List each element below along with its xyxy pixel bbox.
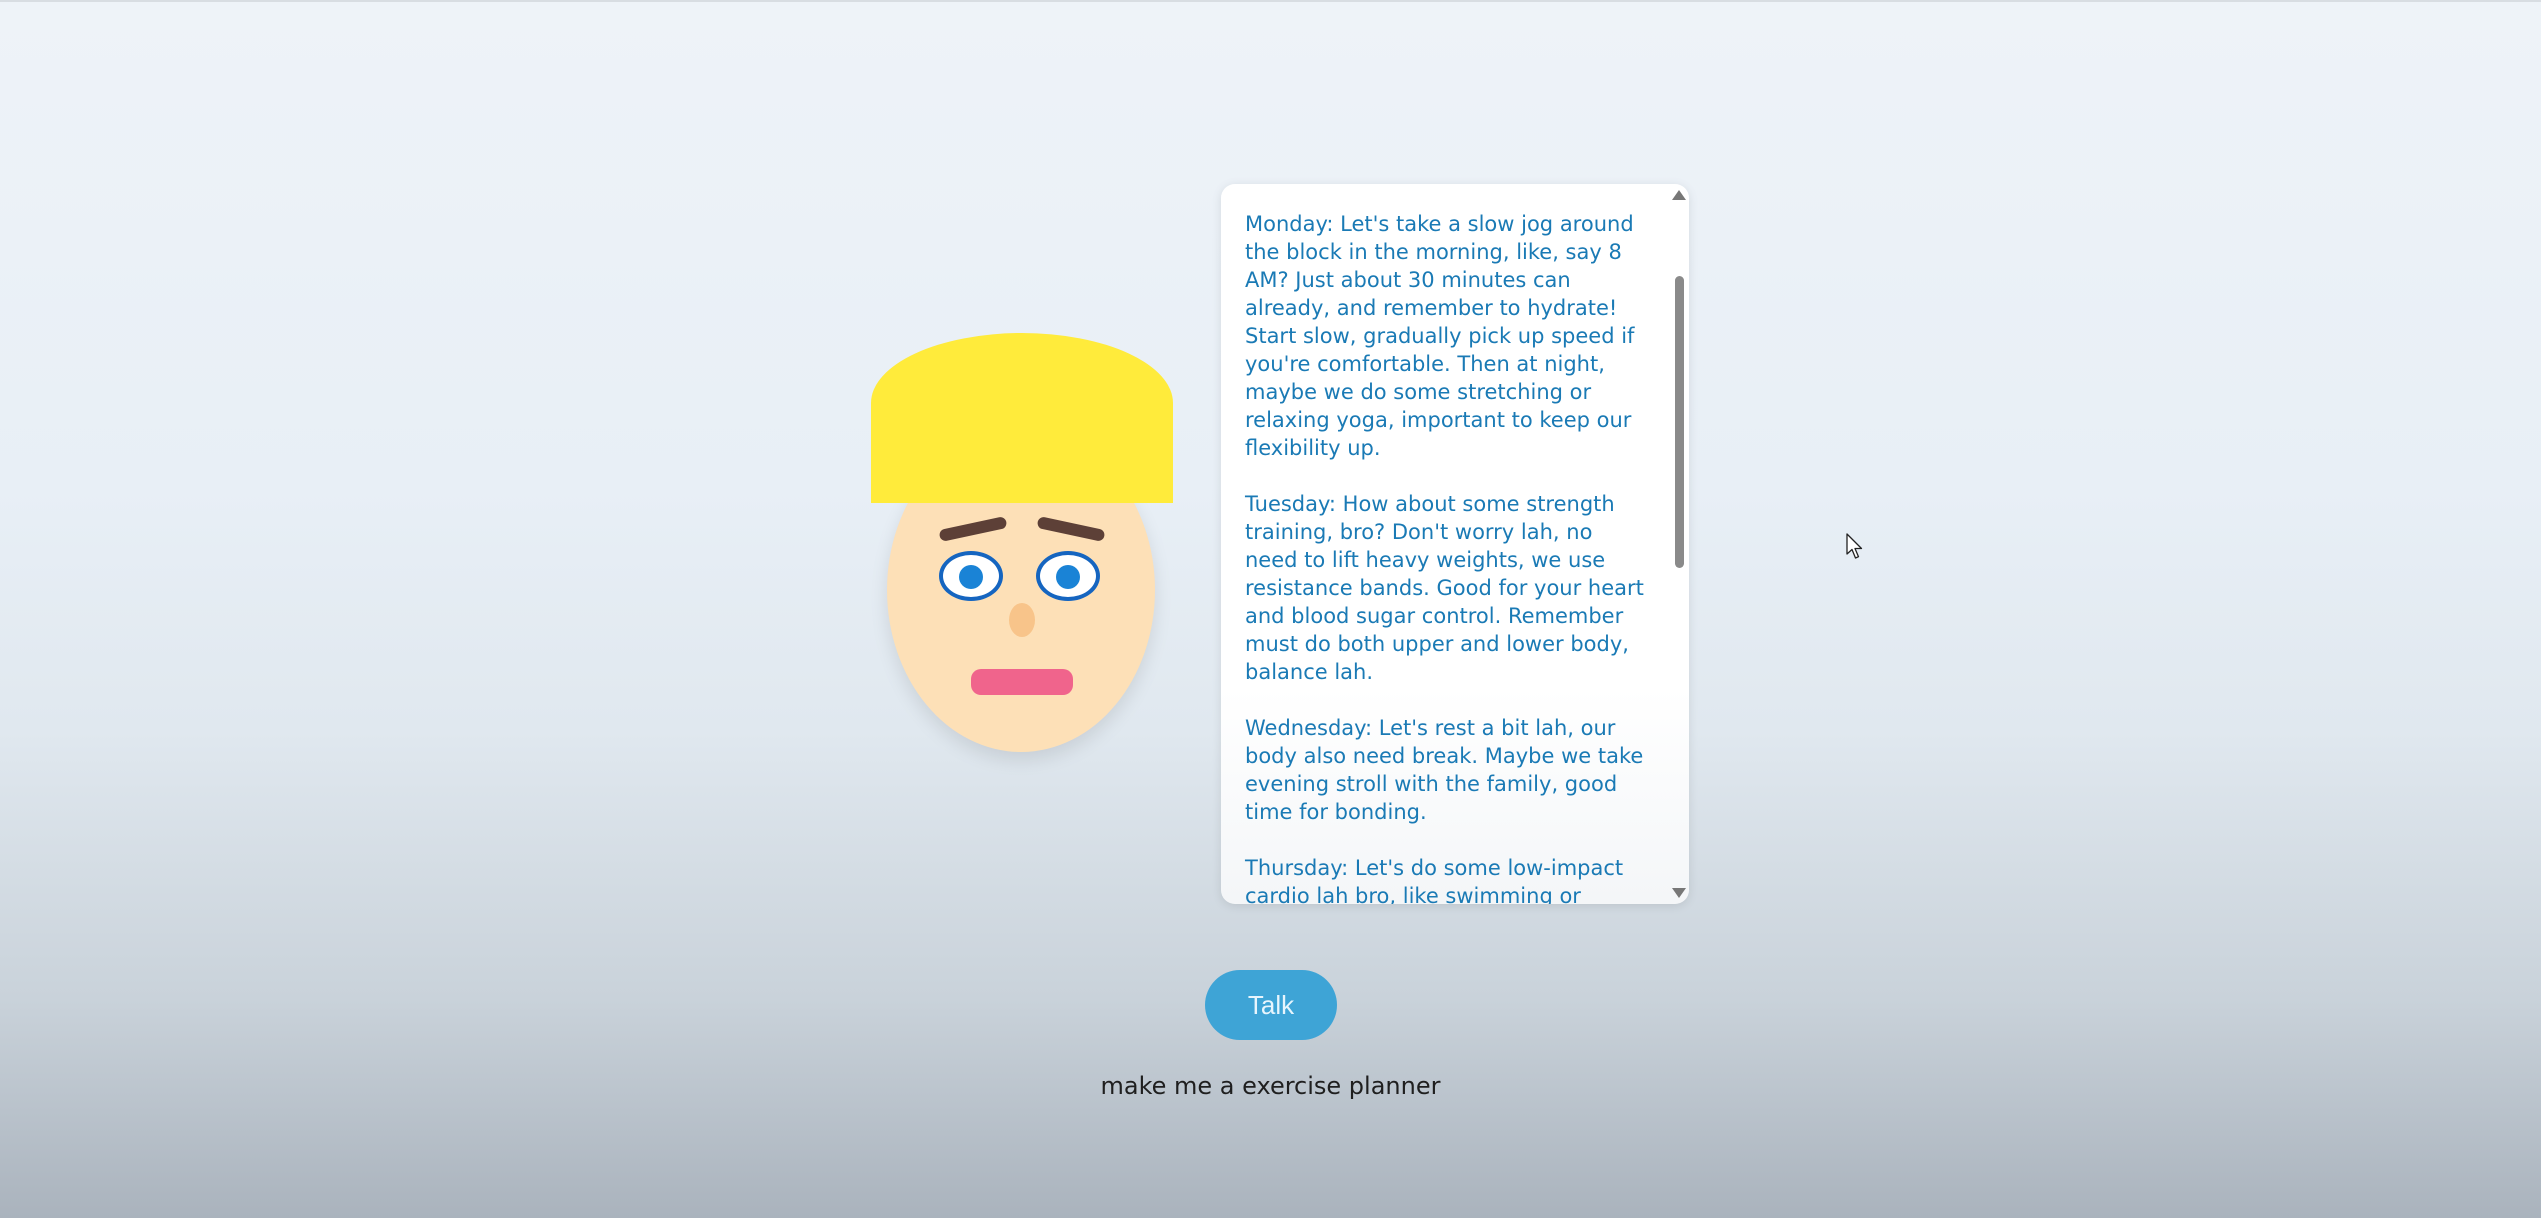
scrollbar-thumb[interactable]	[1675, 276, 1684, 568]
avatar-face	[871, 333, 1173, 753]
scroll-down-arrow-icon[interactable]	[1672, 888, 1686, 898]
mouth	[971, 669, 1073, 695]
left-pupil	[959, 565, 983, 589]
response-paragraph-monday: Monday: Let's take a slow jog around the…	[1245, 212, 1635, 460]
right-pupil	[1056, 565, 1080, 589]
response-text: Monday: Let's take a slow jog around the…	[1245, 210, 1651, 904]
response-paragraph-wednesday: Wednesday: Let's rest a bit lah, our bod…	[1245, 716, 1644, 824]
right-eye	[1036, 551, 1100, 601]
response-paragraph-tuesday: Tuesday: How about some strength trainin…	[1245, 492, 1644, 684]
response-paragraph-thursday: Thursday: Let's do some low-impact cardi…	[1245, 856, 1624, 904]
nose	[1009, 603, 1035, 637]
user-prompt-text: make me a exercise planner	[1100, 1072, 1441, 1100]
response-panel[interactable]: Monday: Let's take a slow jog around the…	[1221, 184, 1689, 904]
vertical-scrollbar[interactable]	[1669, 184, 1689, 904]
hair	[871, 333, 1173, 503]
talk-button[interactable]: Talk	[1205, 970, 1337, 1040]
top-border	[0, 0, 2541, 2]
scroll-up-arrow-icon[interactable]	[1672, 190, 1686, 200]
mouse-cursor-icon	[1846, 533, 1863, 559]
left-eye	[939, 551, 1003, 601]
